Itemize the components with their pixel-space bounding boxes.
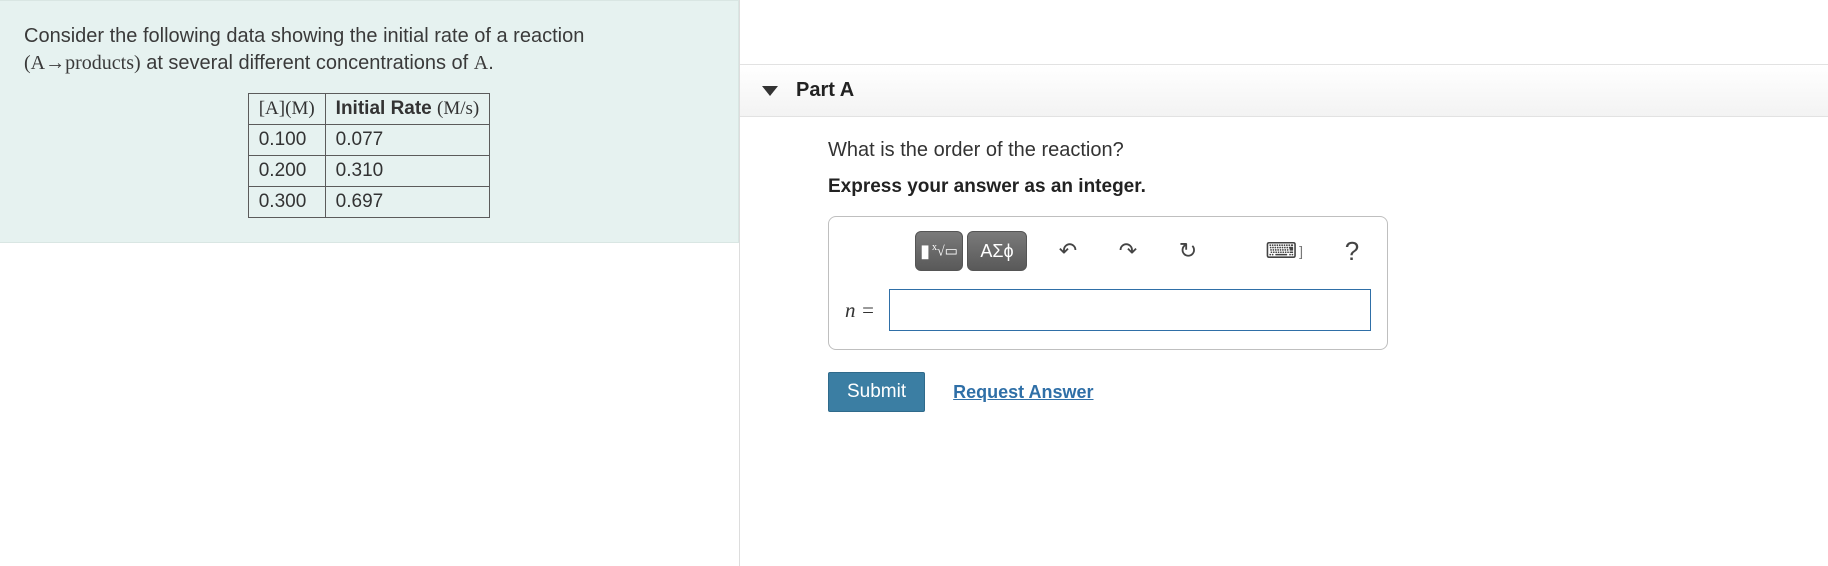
help-icon: ? bbox=[1345, 236, 1359, 267]
answer-row: n = bbox=[845, 289, 1371, 331]
greek-button[interactable]: ΑΣϕ bbox=[967, 231, 1027, 271]
table-row: 0.100 0.077 bbox=[248, 125, 490, 156]
prompt-box: Consider the following data showing the … bbox=[0, 0, 739, 243]
cell-conc: 0.200 bbox=[248, 156, 325, 187]
part-header[interactable]: Part A bbox=[740, 64, 1828, 117]
redo-icon: ↷ bbox=[1119, 238, 1137, 264]
redo-button[interactable]: ↷ bbox=[1109, 231, 1147, 271]
prompt-line2-tail: at several different concentrations of bbox=[141, 52, 474, 74]
template-icon: ▮ bbox=[920, 241, 930, 262]
cell-rate: 0.077 bbox=[325, 125, 490, 156]
actions-row: Submit Request Answer bbox=[828, 372, 1800, 412]
cell-rate: 0.310 bbox=[325, 156, 490, 187]
instruction-text: Express your answer as an integer. bbox=[828, 176, 1800, 198]
variable-label: n = bbox=[845, 298, 875, 323]
prompt-period: . bbox=[488, 52, 494, 74]
cell-conc: 0.100 bbox=[248, 125, 325, 156]
undo-icon: ↶ bbox=[1059, 238, 1077, 264]
data-table: [A](M) Initial Rate (M/s) 0.100 0.077 0.… bbox=[248, 93, 491, 218]
reset-icon: ↻ bbox=[1179, 238, 1197, 264]
part-title: Part A bbox=[796, 79, 854, 102]
cell-conc: 0.300 bbox=[248, 187, 325, 218]
request-answer-link[interactable]: Request Answer bbox=[953, 382, 1093, 403]
prompt-line1: Consider the following data showing the … bbox=[24, 25, 584, 47]
part-body: What is the order of the reaction? Expre… bbox=[740, 117, 1828, 432]
greek-icon: ΑΣϕ bbox=[980, 241, 1013, 262]
cell-rate: 0.697 bbox=[325, 187, 490, 218]
prompt-reaction: (A→products) bbox=[24, 52, 141, 74]
equation-toolbar: ▮x√▭ ΑΣϕ ↶ ↷ ↻ bbox=[845, 231, 1371, 271]
prompt-species: A bbox=[474, 52, 488, 74]
problem-panel: Consider the following data showing the … bbox=[0, 0, 740, 566]
help-button[interactable]: ? bbox=[1333, 231, 1371, 271]
sqrt-over-box-icon: x√▭ bbox=[932, 242, 958, 261]
table-header-concentration: [A](M) bbox=[248, 94, 325, 125]
table-row: 0.300 0.697 bbox=[248, 187, 490, 218]
template-button[interactable]: ▮x√▭ bbox=[915, 231, 963, 271]
submit-button[interactable]: Submit bbox=[828, 372, 925, 412]
answer-input[interactable] bbox=[889, 289, 1371, 331]
table-header-rate: Initial Rate (M/s) bbox=[325, 94, 490, 125]
question-text: What is the order of the reaction? bbox=[828, 139, 1800, 162]
keyboard-button[interactable]: ⌨] bbox=[1257, 231, 1311, 271]
answer-shell: ▮x√▭ ΑΣϕ ↶ ↷ ↻ bbox=[828, 216, 1388, 350]
table-row: 0.200 0.310 bbox=[248, 156, 490, 187]
answer-panel: Part A What is the order of the reaction… bbox=[740, 0, 1828, 566]
undo-button[interactable]: ↶ bbox=[1049, 231, 1087, 271]
keyboard-icon: ⌨ bbox=[1265, 238, 1297, 264]
reset-button[interactable]: ↻ bbox=[1169, 231, 1207, 271]
toolbar-group-templates: ▮x√▭ ΑΣϕ bbox=[915, 231, 1027, 271]
table-header-row: [A](M) Initial Rate (M/s) bbox=[248, 94, 490, 125]
chevron-down-icon bbox=[762, 86, 778, 96]
prompt-text: Consider the following data showing the … bbox=[24, 23, 714, 77]
